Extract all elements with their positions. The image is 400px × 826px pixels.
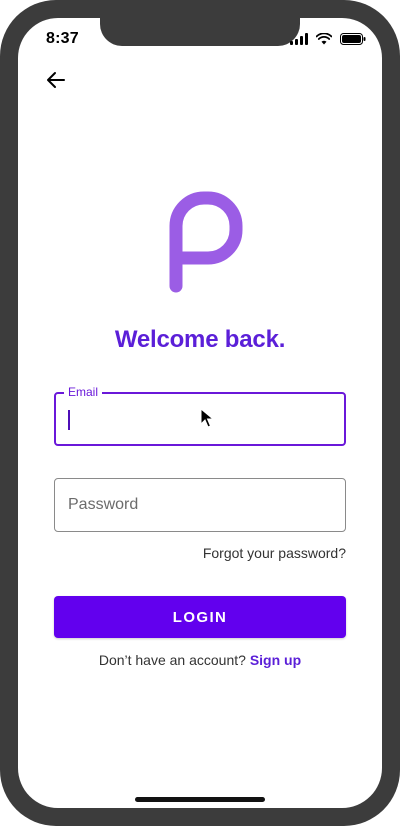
arrow-left-icon bbox=[46, 70, 66, 95]
page-title: Welcome back. bbox=[114, 326, 286, 353]
forgot-password-link[interactable]: Forgot your password? bbox=[203, 545, 346, 561]
status-icons bbox=[290, 32, 366, 50]
login-button[interactable]: LOGIN bbox=[54, 596, 346, 638]
phone-screen: 8:37 Welcome back. Email Forgot your pas… bbox=[18, 18, 382, 808]
mouse-pointer-icon bbox=[200, 407, 215, 428]
notch bbox=[100, 18, 300, 46]
signup-row: Don’t have an account? Sign up bbox=[18, 652, 382, 668]
signal-icon bbox=[290, 32, 308, 50]
password-input[interactable] bbox=[55, 479, 345, 531]
signup-link[interactable]: Sign up bbox=[250, 652, 301, 668]
back-button[interactable] bbox=[42, 68, 70, 96]
battery-icon bbox=[340, 32, 366, 50]
p-logo-icon bbox=[160, 188, 250, 298]
password-field[interactable] bbox=[54, 478, 346, 532]
device-frame: 8:37 Welcome back. Email Forgot your pas… bbox=[0, 0, 400, 826]
status-time: 8:37 bbox=[46, 30, 79, 47]
wifi-icon bbox=[315, 32, 333, 50]
home-indicator bbox=[135, 797, 265, 802]
signup-prompt: Don’t have an account? bbox=[98, 652, 246, 668]
